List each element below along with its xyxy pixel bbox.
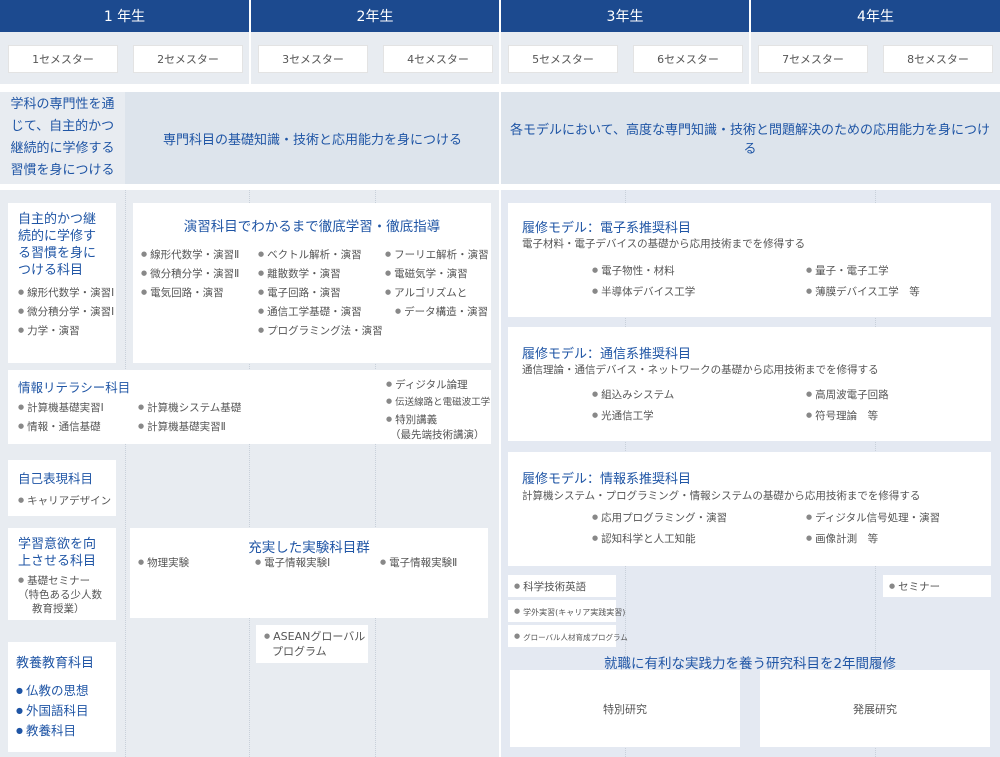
gakushu-note: 教育授業）	[32, 603, 85, 615]
semester-6: 6セメスター	[633, 45, 743, 73]
model-electronics: 履修モデル：電子系推奨科目 電子材料・電子デバイスの基礎から応用技術までを修得す…	[508, 203, 991, 317]
small-course-box: グローバル人材育成プログラム	[508, 625, 628, 647]
joho-item: 計算機基礎実習Ⅰ	[18, 398, 104, 417]
model-item: 高周波電子回路	[806, 385, 889, 404]
jishu-box: 自主的かつ継続的に学修する習慣を身につける科目 線形代数学・演習Ⅰ 微分積分学・…	[8, 203, 116, 363]
jishu-item: 力学・演習	[18, 321, 106, 340]
joho-item: ディジタル論理	[386, 376, 490, 393]
model-item: 画像計測 等	[806, 529, 878, 548]
model-item: 組込みシステム	[592, 385, 674, 404]
gakushu-item: 基礎セミナー	[18, 573, 106, 588]
enshu-title: 演習科目でわかるまで徹底学習・徹底指導	[183, 219, 441, 235]
joho-box: 情報リテラシー科目 計算機基礎実習Ⅰ 情報・通信基礎 計算機システム基礎 計算機…	[8, 370, 491, 444]
kyoyo-item: 仏教の思想	[16, 681, 108, 701]
joho-item: 伝送線路と電磁波工学	[386, 393, 490, 411]
enshu-item: 電磁気学・演習	[385, 264, 489, 283]
research-item: 特別研究	[603, 702, 647, 716]
jikken-item: 物理実験	[138, 553, 189, 572]
goal-year2: 専門科目の基礎知識・技術と応用能力を身につける	[162, 132, 462, 148]
goal-year34: 各モデルにおいて、高度な専門知識・技術と問題解決のための応用能力を身につける	[510, 123, 990, 157]
seminar-item: セミナー	[889, 577, 985, 596]
gakushu-box: 学習意欲を向上させる科目 基礎セミナー （特色ある少人数 教育授業）	[8, 528, 116, 620]
model-item: 量子・電子工学	[806, 261, 889, 280]
model-title: 履修モデル：情報系推奨科目	[522, 472, 692, 487]
kyoyo-item: 教養科目	[16, 721, 108, 741]
asean-item-line2: プログラム	[272, 645, 327, 658]
semester-1: 1セメスター	[8, 45, 118, 73]
model-title: 履修モデル：電子系推奨科目	[522, 221, 692, 236]
enshu-item: 電気回路・演習	[141, 283, 239, 302]
jiko-title: 自己表現科目	[18, 471, 94, 486]
semester-8: 8セメスター	[883, 45, 993, 73]
enshu-item: 通信工学基礎・演習	[258, 302, 383, 321]
model-information: 履修モデル：情報系推奨科目 計算機システム・プログラミング・情報システムの基礎か…	[508, 452, 991, 566]
jikken-box: 充実した実験科目群 物理実験 電子情報実験Ⅰ 電子情報実験Ⅱ	[130, 528, 488, 618]
semester-4: 4セメスター	[383, 45, 493, 73]
kyoyo-item: 外国語科目	[16, 701, 108, 721]
semester-2: 2セメスター	[133, 45, 243, 73]
small-course: 科学技術英語	[514, 577, 610, 596]
model-item: 符号理論 等	[806, 406, 878, 425]
kyoyo-box: 教養教育科目 仏教の思想 外国語科目 教養科目	[8, 642, 116, 752]
enshu-item: 線形代数学・演習Ⅱ	[141, 245, 239, 264]
jishu-item: 線形代数学・演習Ⅰ	[18, 283, 114, 302]
asean-box: ASEANグローバル プログラム	[256, 625, 368, 663]
model-communications: 履修モデル：通信系推奨科目 通信理論・通信デバイス・ネットワークの基礎から応用技…	[508, 327, 991, 441]
model-desc: 通信理論・通信デバイス・ネットワークの基礎から応用技術までを修得する	[522, 364, 879, 376]
model-item: 薄膜デバイス工学 等	[806, 282, 920, 301]
semester-5: 5セメスター	[508, 45, 618, 73]
joho-item-note: （最先端技術講演）	[390, 429, 485, 441]
research-title: 就職に有利な実践力を養う研究科目を2年間履修	[603, 656, 897, 672]
enshu-item: 微分積分学・演習Ⅱ	[141, 264, 239, 283]
joho-item: 計算機基礎実習Ⅱ	[138, 417, 241, 436]
model-item: 光通信工学	[592, 406, 654, 425]
joho-item: 特別講義	[386, 411, 490, 428]
model-desc: 電子材料・電子デバイスの基礎から応用技術までを修得する	[522, 238, 806, 250]
model-item: ディジタル信号処理・演習	[806, 508, 940, 527]
jiko-item: キャリアデザイン	[18, 491, 111, 510]
small-course-box: 科学技術英語	[508, 575, 616, 597]
semester-3: 3セメスター	[258, 45, 368, 73]
joho-item: 計算機システム基礎	[138, 398, 241, 417]
joho-title: 情報リテラシー科目	[18, 380, 131, 395]
research-advanced: 発展研究	[760, 670, 990, 747]
year-header-1: 1 年生	[0, 0, 249, 32]
year-header-4: 4年生	[751, 0, 1000, 32]
small-course: 学外実習(キャリア実践実習)	[514, 602, 625, 622]
goal-year1: 学科の専門性を通じて、自主的かつ継続的に学修する習慣を身につける	[10, 97, 115, 178]
enshu-item: プログラミング法・演習	[258, 321, 383, 340]
enshu-box: 演習科目でわかるまで徹底学習・徹底指導 線形代数学・演習Ⅱ 微分積分学・演習Ⅱ …	[133, 203, 491, 363]
research-item: 発展研究	[853, 702, 897, 716]
model-item: 半導体デバイス工学	[592, 282, 695, 301]
research-special: 特別研究	[510, 670, 740, 747]
model-desc: 計算機システム・プログラミング・情報システムの基礎から応用技術までを修得する	[522, 490, 921, 502]
enshu-item-continued: データ構造・演習	[385, 302, 489, 321]
enshu-item: フーリエ解析・演習	[385, 245, 489, 264]
joho-item: 情報・通信基礎	[18, 417, 104, 436]
gakushu-title: 学習意欲を向上させる科目	[18, 537, 97, 569]
enshu-item: アルゴリズムと	[385, 283, 489, 302]
year-header-2: 2年生	[251, 0, 499, 32]
kyoyo-title: 教養教育科目	[16, 656, 95, 671]
seminar-box: セミナー	[883, 575, 991, 597]
jiko-box: 自己表現科目 キャリアデザイン	[8, 460, 116, 516]
small-course-box: 学外実習(キャリア実践実習)	[508, 600, 625, 622]
model-title: 履修モデル：通信系推奨科目	[522, 347, 692, 362]
small-course: グローバル人材育成プログラム	[514, 627, 628, 647]
asean-item: ASEANグローバル	[264, 629, 365, 644]
year-header-3: 3年生	[501, 0, 749, 32]
model-item: 認知科学と人工知能	[592, 529, 696, 548]
enshu-item: 離散数学・演習	[258, 264, 383, 283]
enshu-item: ベクトル解析・演習	[258, 245, 383, 264]
jikken-item: 電子情報実験Ⅱ	[380, 553, 457, 572]
enshu-item: 電子回路・演習	[258, 283, 383, 302]
model-item: 応用プログラミング・演習	[592, 508, 727, 527]
jishu-item: 微分積分学・演習Ⅰ	[18, 302, 114, 321]
semester-7: 7セメスター	[758, 45, 868, 73]
gakushu-note: （特色ある少人数	[18, 589, 102, 601]
jikken-item: 電子情報実験Ⅰ	[255, 553, 330, 572]
model-item: 電子物性・材料	[592, 261, 675, 280]
jishu-title: 自主的かつ継続的に学修する習慣を身につける科目	[18, 212, 97, 278]
